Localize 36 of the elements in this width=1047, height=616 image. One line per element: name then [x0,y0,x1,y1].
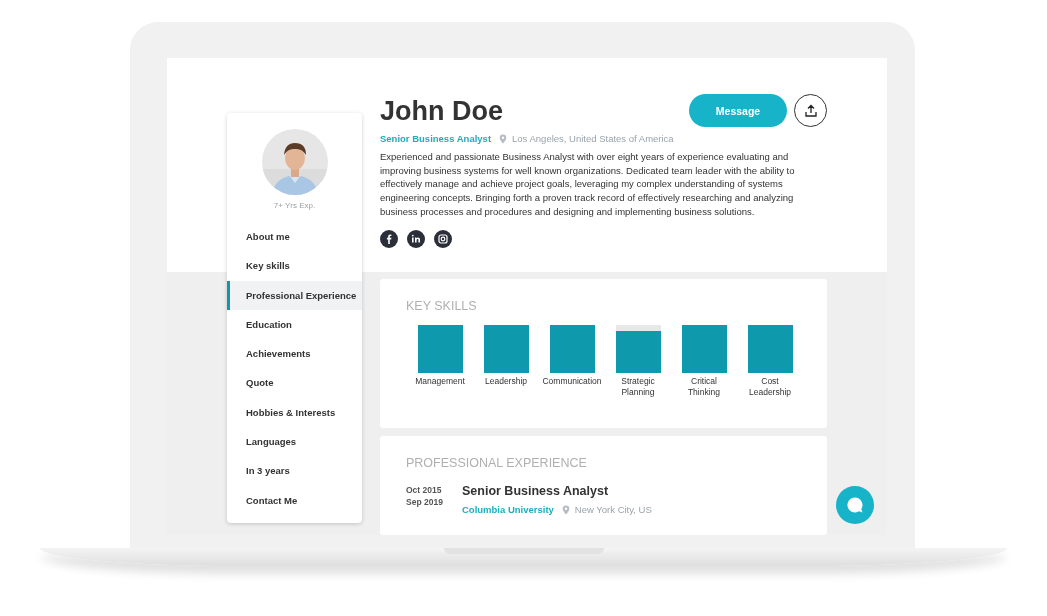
facebook-icon[interactable] [380,229,398,248]
skill-label: Cost Leadership [747,375,793,398]
sidebar-item[interactable]: Quote [227,368,362,398]
sidebar-item[interactable]: In 3 years [227,456,362,486]
experience-years: 7+ Yrs Exp. [273,201,316,210]
sidebar-item[interactable]: Achievements [227,339,362,369]
company-name: Columbia University [462,504,554,515]
location: Los Angeles, United States of America [512,133,674,144]
chat-bubble-icon [846,496,864,514]
sidebar-item[interactable]: Languages [227,427,362,457]
share-button[interactable] [794,94,827,127]
profile-name: John Doe [380,94,503,127]
share-icon [803,103,818,118]
sidebar-item[interactable]: Contact Me [227,485,362,515]
skill-label: Communication [542,375,602,387]
job-role: Senior Business Analyst [462,484,610,498]
skill-label: Leadership [484,375,528,387]
sidebar-item[interactable]: Professional Experience [227,280,362,310]
sidebar-item[interactable]: Education [227,309,362,340]
sidebar-item[interactable]: Hobbies & Interests [227,397,362,428]
end-date: Sep 2019 [406,496,444,508]
linkedin-icon[interactable] [407,229,425,248]
sidebar-item[interactable]: Key skills [227,251,362,281]
profile-summary: Experienced and passionate Business Analyst with over eight years of experience evaluating and improving business systems for well known organizations. Dedicated team leader with the ability to effectively manage and achieve project goals, leveraging my complex understanding of systems engineering concepts. Bringing forth a proven track record of effectively researching and analyzing business processes and procedures and designing and implementing business solutions. [380,150,796,219]
skill-label: Management [415,375,465,387]
skill-label: Critical Thinking [686,375,722,398]
section-heading: KEY SKILLS [406,298,478,313]
job-location: New York City, US [574,504,652,515]
location-pin-icon [561,504,570,515]
sidebar-item[interactable]: About me [227,222,362,252]
skill-label: Strategic Planning [620,375,656,398]
job-title: Senior Business Analyst [380,133,492,144]
instagram-icon[interactable] [434,229,452,248]
start-date: Oct 2015 [406,484,443,496]
location-pin-icon [499,133,508,144]
section-heading: PROFESSIONAL EXPERIENCE [406,456,588,470]
